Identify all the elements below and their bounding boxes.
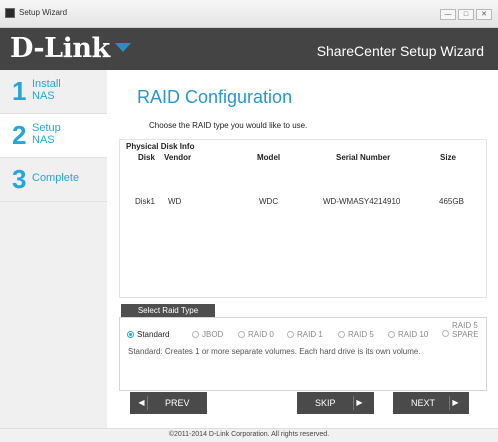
select-raid-type-button[interactable]: Select Raid Type [121,304,215,317]
vendor-cell: WD [168,197,182,206]
step-label-line2: NAS [32,90,55,102]
raid-description: Standard: Creates 1 or more separate vol… [128,347,421,356]
step-label-line1: Setup [32,122,61,134]
step-label-line1: Install [32,78,61,90]
radio-icon [287,331,294,338]
option-label: RAID 1 [297,330,323,339]
raid-option-jbod[interactable]: JBOD [192,330,223,339]
instruction-text: Choose the RAID type you would like to u… [149,121,308,130]
app-icon [5,8,15,18]
step-label: Setup NAS [32,122,61,146]
step-label: Install NAS [32,78,61,102]
column-header-model: Model [257,153,281,162]
step-number: 1 [12,76,27,106]
page-title: RAID Configuration [137,87,293,107]
step-number: 2 [12,120,27,150]
step-label-line1: Complete [32,172,80,184]
raid-option-raid10[interactable]: RAID 10 [388,330,428,339]
close-icon[interactable]: ✕ [476,9,492,20]
raid-type-panel: Standard JBOD RAID 0 RAID 1 RAID 5 RAID … [119,317,487,391]
raid-option-raid1[interactable]: RAID 1 [287,330,323,339]
physical-disk-info-panel: Physical Disk Info Disk Vendor Model Ser… [119,139,487,298]
raid-option-raid5-spare[interactable] [442,330,449,337]
arrow-right-icon: ▶ [449,396,461,410]
model-cell: WDC [259,197,279,206]
skip-button[interactable]: SKIP ▶ [297,392,374,414]
raid-option-raid5[interactable]: RAID 5 [338,330,374,339]
option-label: RAID 5 [348,330,374,339]
serial-cell: WD-WMASY4214910 [323,197,401,206]
step-label: Complete [32,172,79,184]
disk-cell: Disk1 [135,197,156,206]
option-label: RAID 10 [398,330,429,339]
minimize-icon[interactable]: — [440,9,456,20]
option-label: RAID 0 [248,330,274,339]
window-titlebar: Setup Wizard — □ ✕ [0,0,498,28]
footer: ©2011-2014 D-Link Corporation. All right… [0,428,498,442]
arrow-left-icon: ◀ [136,396,148,410]
step-number: 3 [12,164,27,194]
button-label: PREV [165,398,190,408]
step-label-line2: NAS [32,134,55,146]
radio-icon [338,331,345,338]
option-label-line1: RAID 5 [452,321,478,330]
header-banner: D-Link ShareCenter Setup Wizard [0,28,498,70]
next-button[interactable]: NEXT ▶ [393,392,469,414]
option-label: JBOD [202,330,224,339]
raid-option-standard[interactable]: Standard [127,330,169,339]
step-complete: 3 Complete [0,158,107,202]
maximize-icon[interactable]: □ [458,9,474,20]
column-header-vendor: Vendor [164,153,192,162]
window-title: Setup Wizard [19,8,68,17]
panel-title: Physical Disk Info [126,142,195,151]
dlink-logo: D-Link [10,33,110,64]
column-header-serial: Serial Number [336,153,391,162]
main-content: RAID Configuration Choose the RAID type … [107,70,498,428]
column-header-disk: Disk [138,153,155,162]
logo-triangle-icon [115,43,131,52]
copyright-text: ©2011-2014 D-Link Corporation. All right… [168,431,330,438]
radio-icon [192,331,199,338]
arrow-right-icon: ▶ [353,396,365,410]
column-header-size: Size [440,153,457,162]
button-label: SKIP [315,398,336,408]
radio-selected-icon [127,331,134,338]
raid-option-raid0[interactable]: RAID 0 [238,330,274,339]
option-label-line2: SPARE [452,330,479,339]
step-setup-nas: 2 Setup NAS [0,114,107,158]
button-label: NEXT [411,398,436,408]
radio-icon [388,331,395,338]
size-cell: 465GB [439,197,464,206]
option-label: Standard [137,330,170,339]
steps-sidebar: 1 Install NAS 2 Setup NAS 3 Complete [0,70,107,428]
radio-icon [238,331,245,338]
wizard-title: ShareCenter Setup Wizard [316,43,484,59]
radio-icon [442,330,449,337]
window-controls: — □ ✕ [440,9,492,20]
step-install-nas: 1 Install NAS [0,70,107,114]
raid5-spare-label: RAID 5 SPARE [452,321,479,339]
prev-button[interactable]: ◀ PREV [130,392,207,414]
